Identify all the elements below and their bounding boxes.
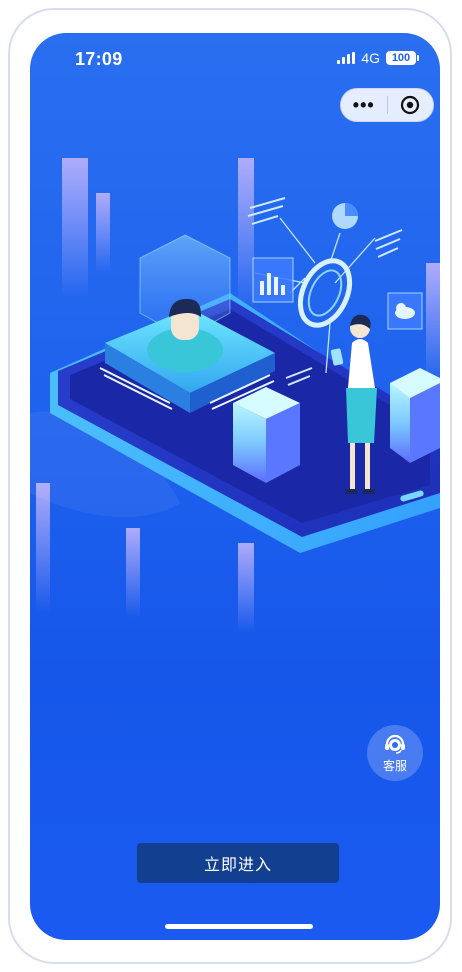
cloud-icon — [387, 292, 423, 330]
enter-now-button[interactable]: 立即进入 — [137, 843, 339, 883]
light-pillar — [36, 483, 50, 613]
headset-icon — [385, 734, 405, 754]
data-cube — [390, 368, 440, 463]
light-pillar — [126, 528, 140, 618]
data-cube — [233, 387, 300, 483]
light-pillar — [62, 158, 88, 298]
network-type: 4G — [361, 50, 380, 66]
hero-illustration — [30, 158, 440, 633]
home-indicator — [165, 924, 313, 929]
status-time: 17:09 — [75, 49, 123, 69]
signal-icon — [337, 52, 356, 64]
light-pillar — [96, 193, 110, 273]
target-circle-icon — [401, 95, 420, 115]
light-pillar — [238, 543, 254, 633]
light-pillar — [238, 158, 254, 308]
status-bar: 17:09 4G 100 — [30, 33, 440, 81]
app-screen: 17:09 4G 100 ••• 客服 立即进入 — [30, 33, 440, 940]
customer-service-label: 客服 — [382, 758, 407, 773]
battery-icon: 100 — [386, 51, 419, 65]
close-button[interactable] — [388, 95, 434, 115]
pie-chart-icon — [332, 203, 358, 229]
customer-service-button[interactable]: 客服 — [367, 725, 423, 781]
hud-ring — [297, 258, 353, 328]
light-pillar — [426, 263, 440, 383]
status-indicators: 4G 100 — [337, 50, 419, 66]
bar-chart-icon — [252, 257, 294, 303]
battery-level: 100 — [391, 52, 411, 64]
